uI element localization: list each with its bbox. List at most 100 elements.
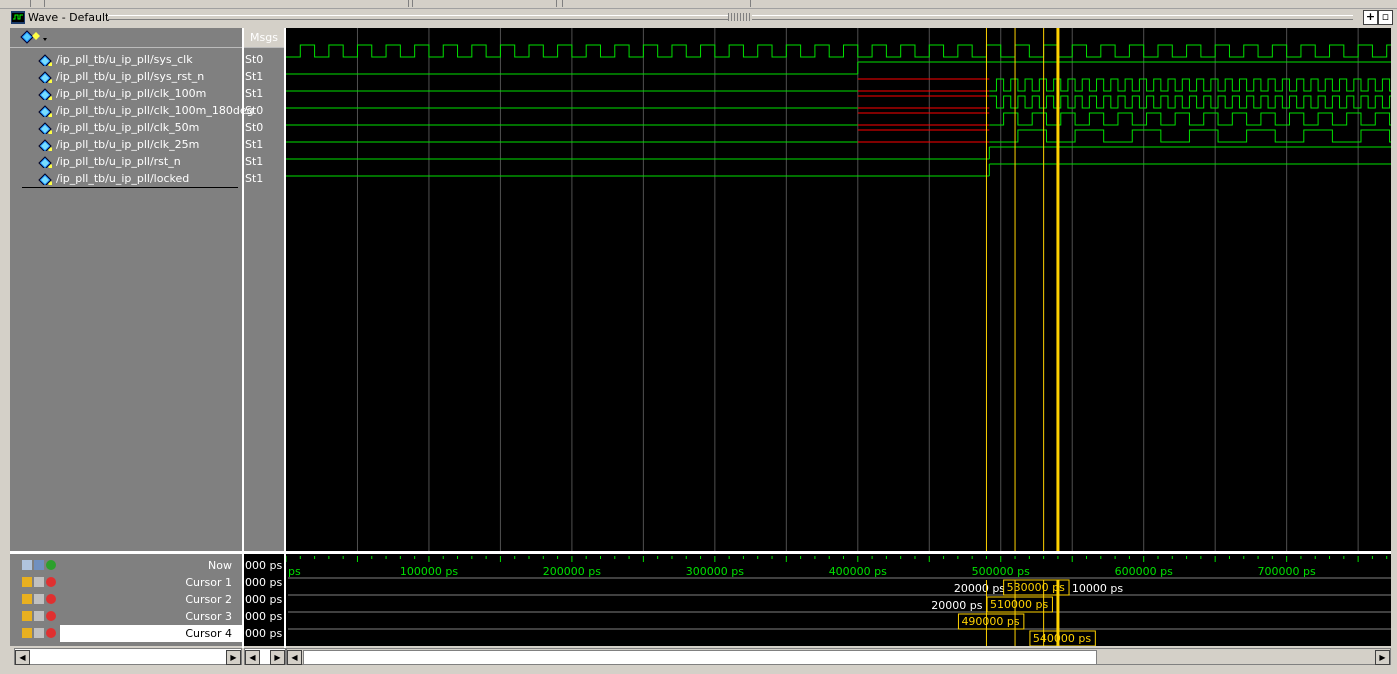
- pane-divider[interactable]: [44, 0, 45, 7]
- wrench-icon[interactable]: [34, 611, 44, 621]
- messages-header: Msgs: [244, 28, 284, 48]
- timeline-canvas[interactable]: ps 100000 ps 200000 ps 300000 ps 400000 ps 50…: [285, 554, 1391, 647]
- scroll-left-arrow-icon[interactable]: ◀: [245, 650, 260, 665]
- signal-value: St0: [245, 104, 264, 117]
- remove-cursor-icon[interactable]: [46, 611, 56, 621]
- wave-window-titlebar[interactable]: Wave - Default + ▫: [8, 9, 1393, 26]
- timeline-tick-label: 600000 ps: [1115, 565, 1173, 578]
- signal-row[interactable]: /ip_pll_tb/u_ip_pll/sys_rst_n: [38, 68, 204, 85]
- signal-name: /ip_pll_tb/u_ip_pll/sys_rst_n: [56, 70, 205, 83]
- wrench-icon[interactable]: [34, 577, 44, 587]
- scroll-right-arrow-icon[interactable]: ▶: [1375, 650, 1390, 665]
- signal-name: /ip_pll_tb/u_ip_pll/locked: [56, 172, 190, 185]
- undock-button[interactable]: ▫: [1378, 10, 1393, 25]
- titlebar-grip-dots[interactable]: [728, 13, 752, 21]
- timeline-tick-label: 300000 ps: [686, 565, 744, 578]
- zoom-icon[interactable]: [22, 560, 32, 570]
- cursor-row[interactable]: Cursor 3: [10, 608, 242, 625]
- cursor-time-label: 510000 ps: [990, 598, 1048, 611]
- cursor-tools[interactable]: [22, 560, 62, 572]
- cursor-delta-label: 20000 ps: [954, 582, 1005, 595]
- signal-name: /ip_pll_tb/u_ip_pll/clk_100m: [56, 87, 207, 100]
- pane-divider[interactable]: [556, 0, 557, 7]
- signal-row[interactable]: /ip_pll_tb/u_ip_pll/clk_25m: [38, 136, 199, 153]
- pane-divider[interactable]: [30, 0, 31, 7]
- remove-cursor-icon[interactable]: [46, 628, 56, 638]
- timeline-tick-label: 500000 ps: [972, 565, 1030, 578]
- horizontal-scroll-row: ◀ ▶ ◀ ▶ ◀ ▶: [10, 648, 1391, 665]
- cursor-value: 000 ps: [245, 610, 283, 623]
- signal-value: St1: [245, 70, 264, 83]
- scroll-right-arrow-icon[interactable]: ▶: [226, 650, 241, 665]
- lock-icon[interactable]: [22, 611, 32, 621]
- lock-icon[interactable]: [22, 577, 32, 587]
- signal-diamond-icon: [38, 54, 52, 66]
- cursor-row[interactable]: Cursor 1: [10, 574, 242, 591]
- now-row[interactable]: Now: [10, 557, 242, 574]
- scrollbar-thumb[interactable]: [303, 650, 1097, 665]
- pane-divider[interactable]: [562, 0, 563, 7]
- value-scrollbar[interactable]: ◀ ▶: [244, 648, 286, 665]
- wave-window-icon: [11, 11, 25, 24]
- wrench-icon[interactable]: [34, 628, 44, 638]
- scroll-left-arrow-icon[interactable]: ◀: [15, 650, 30, 665]
- waveform-trace: [989, 95, 1391, 109]
- signal-diamond-icon: [38, 156, 52, 168]
- waveform-trace: [286, 44, 1391, 58]
- add-pane-button[interactable]: +: [1363, 10, 1378, 25]
- waveform-area[interactable]: [286, 28, 1391, 551]
- cursor-label: Cursor 2: [185, 593, 232, 606]
- timeline-tick-label: 700000 ps: [1258, 565, 1316, 578]
- signal-value: St1: [245, 155, 264, 168]
- cursor-time-label: 540000 ps: [1033, 632, 1091, 645]
- wrench-icon[interactable]: [34, 594, 44, 604]
- name-scrollbar[interactable]: ◀ ▶: [14, 648, 242, 665]
- cursor-label: Cursor 3: [185, 610, 232, 623]
- cursor-row[interactable]: Cursor 4: [22, 625, 242, 642]
- signal-name: /ip_pll_tb/u_ip_pll/clk_25m: [56, 138, 200, 151]
- window-title: Wave - Default: [28, 11, 110, 24]
- signal-row[interactable]: /ip_pll_tb/u_ip_pll/sys_clk: [38, 51, 193, 68]
- cursor-value: 000 ps: [245, 627, 283, 640]
- waveform-canvas[interactable]: [286, 28, 1391, 551]
- waveform-trace: [989, 78, 1391, 92]
- signal-row[interactable]: /ip_pll_tb/u_ip_pll/clk_50m: [38, 119, 199, 136]
- signal-name: /ip_pll_tb/u_ip_pll/clk_100m_180deg: [56, 104, 254, 117]
- scroll-right-arrow-icon[interactable]: ▶: [270, 650, 285, 665]
- remove-cursor-icon[interactable]: [46, 577, 56, 587]
- cursor-tools[interactable]: [22, 577, 62, 589]
- view-icon[interactable]: [34, 560, 44, 570]
- cursor-time-label: 490000 ps: [961, 615, 1019, 628]
- signal-name: /ip_pll_tb/u_ip_pll/clk_50m: [56, 121, 200, 134]
- cursor-value-panel: 000 ps 000 ps 000 ps 000 ps 000 ps: [244, 554, 284, 646]
- signal-name: /ip_pll_tb/u_ip_pll/sys_clk: [56, 53, 193, 66]
- pane-divider[interactable]: [750, 0, 751, 7]
- cursor-label: Cursor 1: [185, 576, 232, 589]
- cursor-tools[interactable]: [22, 594, 62, 606]
- pane-divider[interactable]: [412, 0, 413, 7]
- cursor-tools[interactable]: [22, 628, 62, 640]
- scroll-left-arrow-icon[interactable]: ◀: [287, 650, 302, 665]
- cursor-row[interactable]: Cursor 2: [10, 591, 242, 608]
- cursor-timeline-area[interactable]: ps 100000 ps 200000 ps 300000 ps 400000 ps 50…: [285, 554, 1391, 647]
- signal-diamond-icon: [38, 105, 52, 117]
- cursor-tools[interactable]: [22, 611, 62, 623]
- waveform-trace: [989, 112, 1391, 126]
- waveform-trace: [989, 129, 1391, 143]
- signal-diamond-icon: [38, 88, 52, 100]
- cursor-label: Now: [208, 559, 232, 572]
- cursor-value: 000 ps: [245, 593, 283, 606]
- signal-row[interactable]: /ip_pll_tb/u_ip_pll/locked: [38, 170, 189, 187]
- signal-row[interactable]: /ip_pll_tb/u_ip_pll/rst_n: [38, 153, 181, 170]
- signal-row[interactable]: /ip_pll_tb/u_ip_pll/clk_100m: [38, 85, 206, 102]
- remove-cursor-icon[interactable]: [46, 594, 56, 604]
- add-cursor-icon[interactable]: [46, 560, 56, 570]
- lock-icon[interactable]: [22, 594, 32, 604]
- signal-value: St0: [245, 121, 264, 134]
- cursor-name-panel: Now Cursor 1 Cursor 2 Cursor 3 Cursor 4: [10, 554, 242, 646]
- cursor-label: Cursor 4: [185, 627, 232, 640]
- signal-row[interactable]: /ip_pll_tb/u_ip_pll/clk_100m_180deg: [38, 102, 254, 119]
- wave-scrollbar[interactable]: ◀ ▶: [286, 648, 1391, 665]
- pane-divider[interactable]: [408, 0, 409, 7]
- lock-icon[interactable]: [22, 628, 32, 638]
